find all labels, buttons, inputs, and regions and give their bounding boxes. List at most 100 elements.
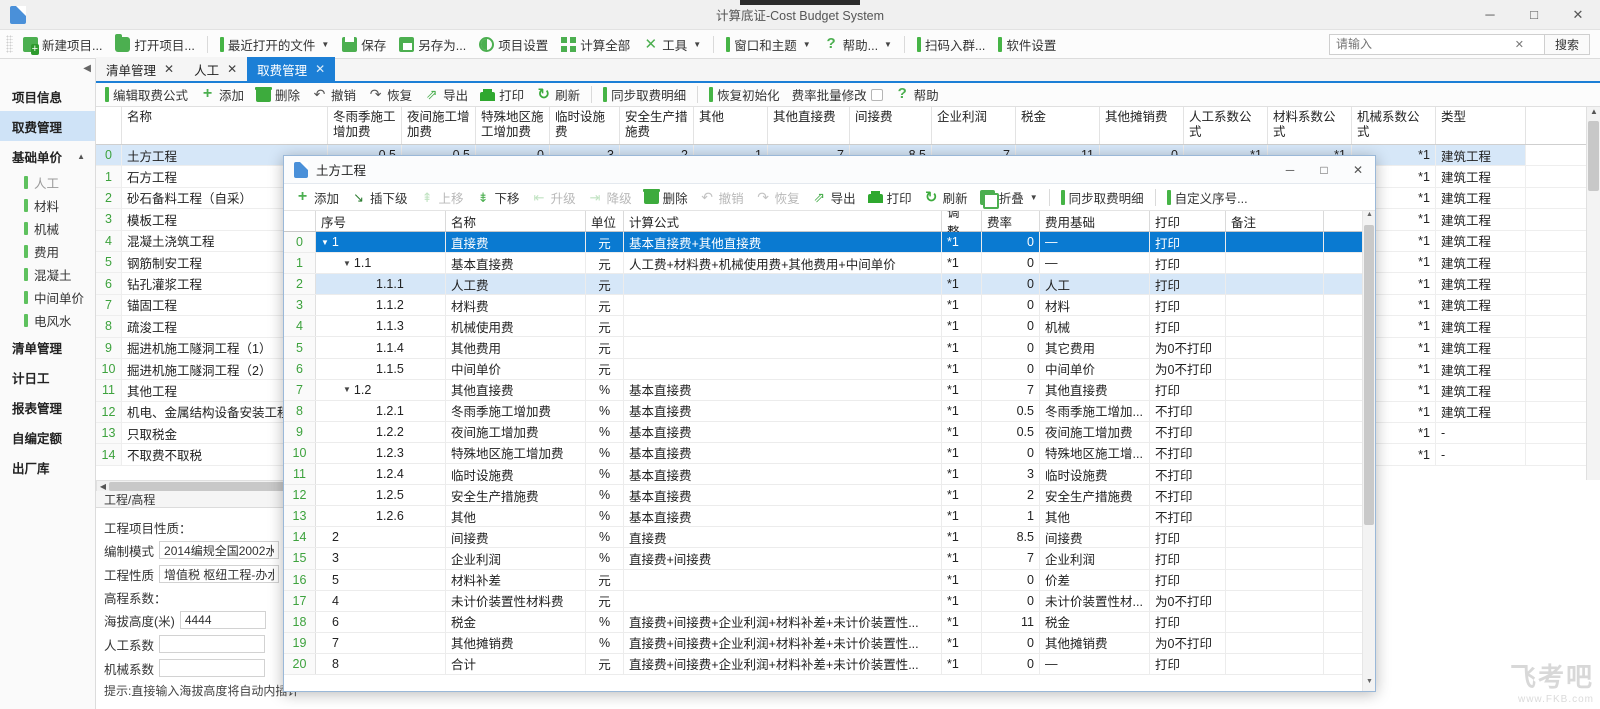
row-index[interactable]: 19 (284, 632, 316, 653)
row-name[interactable]: 冬雨季施工增加费 (446, 400, 586, 421)
scroll-down-icon[interactable]: ▼ (1363, 678, 1376, 691)
row-spacer[interactable] (1324, 316, 1364, 337)
row-sequence[interactable]: 1.1.1 (316, 274, 446, 295)
row-basis[interactable]: 价差 (1040, 569, 1150, 590)
tree-twisty-icon[interactable]: ▼ (343, 385, 351, 394)
row-formula[interactable]: 基本直接费 (624, 379, 942, 400)
add-button[interactable]: + 添加 (195, 83, 249, 106)
row-adjust[interactable]: *1 (942, 337, 982, 358)
row-index[interactable]: 2 (284, 274, 316, 295)
dialog-maximize-button[interactable]: □ (1307, 156, 1341, 184)
row-sequence[interactable]: 1.2.3 (316, 442, 446, 464)
row-unit[interactable]: 元 (586, 295, 624, 316)
row-print[interactable]: 不打印 (1150, 421, 1226, 442)
scroll-thumb[interactable] (1588, 121, 1599, 191)
row-index[interactable]: 16 (284, 569, 316, 590)
fee-grid-column-header[interactable]: 冬雨季施工增加费 (328, 107, 402, 144)
dialog-vscrollbar[interactable]: ▲ ▼ (1362, 211, 1375, 691)
row-sequence[interactable]: ▼ 1.1 (316, 253, 446, 274)
row-type[interactable]: 建筑工程 (1436, 230, 1526, 251)
row-sequence[interactable]: 3 (316, 548, 446, 569)
row-adjust[interactable]: *1 (942, 506, 982, 527)
row-name[interactable]: 机械使用费 (446, 316, 586, 337)
row-sequence[interactable]: ▼ 1 (316, 232, 446, 253)
sidebar-item-labor[interactable]: 人工 (0, 171, 95, 194)
table-row[interactable]: 9 1.2.2 夜间施工增加费% 基本直接费 *1 0.5 夜间施工增加费 不打印 (284, 421, 1375, 443)
row-print[interactable]: 打印 (1150, 379, 1226, 400)
row-formula[interactable] (624, 316, 942, 337)
row-index[interactable]: 7 (96, 294, 122, 316)
row-index[interactable]: 14 (96, 444, 122, 465)
row-adjust[interactable]: *1 (942, 316, 982, 337)
row-print[interactable]: 为0不打印 (1150, 632, 1226, 653)
row-sequence[interactable]: 2 (316, 527, 446, 548)
row-rate[interactable]: 0 (982, 253, 1040, 274)
sidebar-item-fee-management[interactable]: 取费管理 (0, 111, 95, 141)
row-basis[interactable]: 未计价装置性材... (1040, 590, 1150, 611)
fee-grid-vscrollbar[interactable]: ▲ (1586, 107, 1600, 480)
print-button[interactable]: 打印 (475, 83, 529, 106)
row-print[interactable]: 打印 (1150, 232, 1226, 253)
scroll-up-icon[interactable]: ▲ (1587, 107, 1600, 121)
row-type[interactable]: 建筑工程 (1436, 380, 1526, 401)
row-sequence[interactable]: 1.2.2 (316, 421, 446, 442)
row-adjust[interactable]: *1 (942, 653, 982, 674)
row-formula[interactable]: 基本直接费 (624, 485, 942, 506)
row-type[interactable]: - (1436, 423, 1526, 444)
row-spacer[interactable] (1324, 653, 1364, 674)
row-spacer[interactable] (1324, 379, 1364, 400)
row-index[interactable]: 2 (96, 187, 122, 209)
row-name[interactable]: 其他费用 (446, 337, 586, 358)
close-button[interactable]: ✕ (1556, 0, 1600, 30)
row-formula[interactable]: 基本直接费 (624, 506, 942, 527)
row-remark[interactable] (1226, 379, 1324, 400)
row-formula[interactable]: 基本直接费 (624, 442, 942, 464)
calculate-all-button[interactable]: 计算全部 (556, 33, 635, 56)
row-index[interactable]: 20 (284, 653, 316, 674)
fee-grid-column-header[interactable]: 其他 (694, 107, 768, 144)
row-rate[interactable]: 0 (982, 232, 1040, 253)
dialog-undo-button[interactable]: ↶ 撤销 (695, 186, 749, 209)
row-sequence[interactable]: 4 (316, 590, 446, 611)
row-print[interactable]: 不打印 (1150, 464, 1226, 485)
fee-grid-column-header[interactable]: 企业利润 (932, 107, 1016, 144)
row-basis[interactable]: 安全生产措施费 (1040, 485, 1150, 506)
sidebar-item-intermediate-price[interactable]: 中间单价 (0, 286, 95, 309)
row-sequence[interactable]: 1.1.3 (316, 316, 446, 337)
row-formula[interactable]: 基本直接费+其他直接费 (624, 232, 942, 253)
table-row[interactable]: 0 ▼ 1 直接费元基本直接费+其他直接费 *1 0— 打印 (284, 232, 1375, 254)
row-spacer[interactable] (1324, 232, 1364, 253)
dialog-column-header[interactable] (1324, 211, 1364, 231)
row-basis[interactable]: 人工 (1040, 274, 1150, 295)
row-remark[interactable] (1226, 316, 1324, 337)
row-unit[interactable]: 元 (586, 337, 624, 358)
row-type[interactable]: 建筑工程 (1436, 316, 1526, 337)
dialog-column-header[interactable]: 费用基础 (1040, 211, 1150, 231)
row-basis[interactable]: 特殊地区施工增... (1040, 442, 1150, 464)
row-formula[interactable]: 直接费+间接费+企业利润+材料补差+未计价装置性... (624, 611, 942, 632)
row-index[interactable]: 4 (96, 230, 122, 251)
fee-grid-column-header[interactable] (96, 107, 122, 144)
dialog-column-header[interactable]: 单位 (586, 211, 624, 231)
row-sequence[interactable]: 1.2.6 (316, 506, 446, 527)
row-remark[interactable] (1226, 506, 1324, 527)
row-spacer[interactable] (1324, 569, 1364, 590)
row-rate[interactable]: 11 (982, 611, 1040, 632)
row-sequence[interactable]: 5 (316, 569, 446, 590)
row-adjust[interactable]: *1 (942, 569, 982, 590)
row-adjust[interactable]: *1 (942, 548, 982, 569)
row-spacer[interactable] (1324, 590, 1364, 611)
row-spacer[interactable] (1324, 464, 1364, 485)
row-unit[interactable]: % (586, 527, 624, 548)
row-type[interactable]: 建筑工程 (1436, 145, 1526, 166)
table-row[interactable]: 8 1.2.1 冬雨季施工增加费% 基本直接费 *1 0.5 冬雨季施工增加... 不打印 (284, 400, 1375, 422)
dialog-custom-number-button[interactable]: 自定义序号... (1162, 186, 1253, 209)
row-remark[interactable] (1226, 485, 1324, 506)
row-remark[interactable] (1226, 421, 1324, 442)
row-unit[interactable]: 元 (586, 569, 624, 590)
row-print[interactable]: 不打印 (1150, 485, 1226, 506)
scroll-thumb[interactable] (1364, 225, 1374, 525)
dialog-close-button[interactable]: ✕ (1341, 156, 1375, 184)
restore-init-button[interactable]: 恢复初始化 (704, 83, 785, 106)
row-rate[interactable]: 0.5 (982, 421, 1040, 442)
